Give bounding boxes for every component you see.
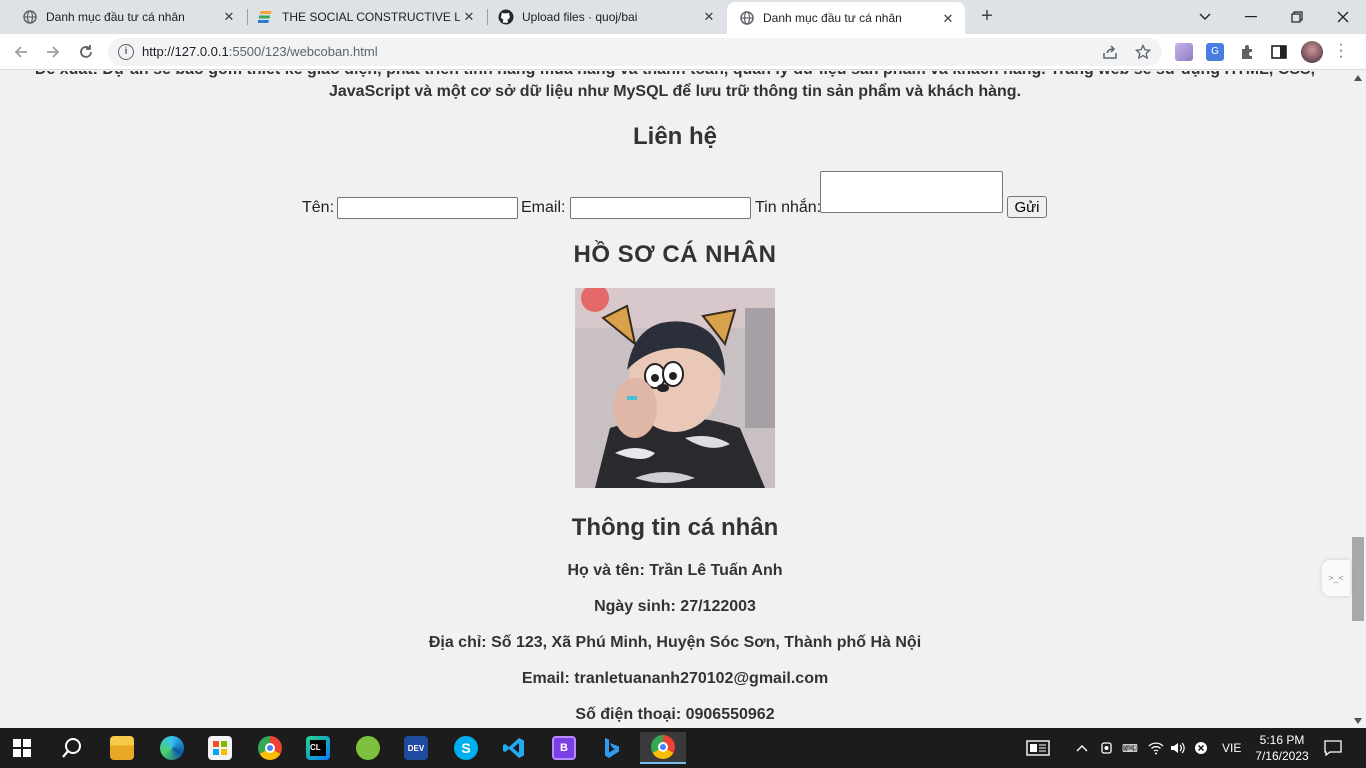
tab-title: Danh mục đầu tư cá nhân (46, 10, 185, 24)
message-textarea[interactable] (820, 171, 1003, 213)
input-method-icon[interactable]: ⌨ (1122, 728, 1138, 768)
share-icon[interactable] (1102, 44, 1118, 60)
message-label: Tin nhắn: (755, 199, 822, 216)
restore-button[interactable] (1274, 0, 1320, 34)
restore-icon (1291, 11, 1303, 23)
bootstrap-studio-icon[interactable]: B (544, 732, 584, 764)
chevron-down-icon (1199, 13, 1211, 20)
close-icon (1337, 11, 1349, 23)
page-viewport: Đề xuất: Dự án sẽ bao gồm thiết kế giao … (0, 71, 1350, 728)
page-scrollbar[interactable] (1350, 71, 1366, 728)
info-email: Email: tranletuananh270102@gmail.com (521, 670, 829, 687)
proposal-line-1: Đề xuất: Dự án sẽ bao gồm thiết kế giao … (20, 71, 1330, 81)
new-tab-button[interactable]: + (976, 6, 998, 28)
profile-avatar[interactable] (1301, 41, 1323, 63)
meet-now-icon[interactable] (1100, 728, 1114, 768)
back-button[interactable] (9, 40, 33, 64)
minimize-button[interactable] (1228, 0, 1274, 34)
reload-icon (80, 45, 92, 58)
bing-icon[interactable] (592, 732, 632, 764)
clock-date: 7/16/2023 (1255, 749, 1309, 763)
stack-logo-icon (258, 9, 274, 25)
profile-heading: HỒ SƠ CÁ NHÂN (573, 241, 777, 268)
info-birthdate: Ngày sinh: 27/122003 (594, 598, 756, 615)
tab-3[interactable]: Upload files · quoj/bai ✕ (488, 0, 726, 34)
tab-strip: Danh mục đầu tư cá nhân ✕ THE SOCIAL CON… (0, 0, 1366, 34)
tab-search-button[interactable] (1182, 0, 1228, 34)
windows-taskbar: CL DEV S B ⌨ VIE 5:16 PM 7/16/2023 (0, 728, 1366, 768)
battery-warning-icon[interactable] (1194, 728, 1208, 768)
close-icon[interactable]: ✕ (702, 10, 716, 24)
forward-arrow-icon (47, 46, 60, 58)
profile-photo-image (575, 288, 775, 488)
edge-icon[interactable] (152, 732, 192, 764)
browser-toolbar: i http://127.0.0.1:5500/123/webcoban.htm… (0, 34, 1366, 70)
proposal-line-2: JavaScript và một cơ sở dữ liệu như MySQ… (328, 83, 1022, 100)
url-host: http://127.0.0.1 (142, 44, 229, 59)
info-address: Địa chỉ: Số 123, Xã Phú Minh, Huyện Sóc … (428, 634, 922, 651)
scroll-thumb[interactable] (1352, 537, 1364, 621)
email-input[interactable] (570, 197, 751, 219)
kebab-menu-icon[interactable]: · · · (1336, 37, 1346, 65)
volume-icon[interactable] (1170, 728, 1186, 768)
address-bar[interactable]: i http://127.0.0.1:5500/123/webcoban.htm… (108, 38, 1162, 66)
chevron-up-icon[interactable] (1076, 728, 1088, 768)
clion-icon[interactable]: CL (298, 732, 338, 764)
translate-icon[interactable]: G (1206, 43, 1224, 61)
skype-icon[interactable]: S (446, 732, 486, 764)
devcpp-icon[interactable]: DEV (396, 732, 436, 764)
profile-photo (575, 288, 775, 488)
name-input[interactable] (337, 197, 518, 219)
tab-title: Danh mục đầu tư cá nhân (763, 11, 902, 25)
tab-4-active[interactable]: Danh mục đầu tư cá nhân ✕ (727, 2, 965, 34)
site-info-icon[interactable]: i (118, 44, 134, 60)
project-proposal-text: Đề xuất: Dự án sẽ bao gồm thiết kế giao … (20, 71, 1330, 103)
close-window-button[interactable] (1320, 0, 1366, 34)
tab-2[interactable]: THE SOCIAL CONSTRUCTIVE LEA ✕ (248, 0, 486, 34)
tab-title: THE SOCIAL CONSTRUCTIVE LEA (282, 10, 460, 24)
personal-info-heading: Thông tin cá nhân (571, 514, 779, 541)
search-icon[interactable] (52, 732, 92, 764)
file-explorer-icon[interactable] (102, 732, 142, 764)
side-panel-icon[interactable] (1270, 43, 1288, 61)
send-button[interactable]: Gửi (1007, 196, 1047, 218)
news-widget-icon[interactable] (1026, 728, 1050, 768)
reload-button[interactable] (74, 40, 98, 64)
globe-icon (739, 10, 755, 26)
url-text: http://127.0.0.1:5500/123/webcoban.html (142, 44, 378, 59)
vscode-icon[interactable] (494, 732, 534, 764)
extension-icon[interactable] (1175, 43, 1193, 61)
url-path: :5500/123/webcoban.html (228, 44, 378, 59)
globe-icon (22, 9, 38, 25)
language-indicator[interactable]: VIE (1222, 728, 1241, 768)
scroll-up-arrow-icon[interactable] (1354, 75, 1362, 81)
notification-icon[interactable] (1324, 728, 1342, 768)
chrome-active-icon[interactable] (640, 732, 686, 764)
back-arrow-icon (14, 46, 27, 58)
close-icon[interactable]: ✕ (222, 10, 236, 24)
close-icon[interactable]: ✕ (941, 12, 955, 26)
puzzle-extensions-icon[interactable] (1239, 43, 1257, 61)
bookmark-star-icon[interactable] (1134, 43, 1152, 60)
close-icon[interactable]: ✕ (462, 10, 476, 24)
scroll-down-arrow-icon[interactable] (1354, 718, 1362, 724)
contact-heading: Liên hệ (632, 123, 717, 150)
minimize-icon (1245, 16, 1257, 18)
side-floating-widget[interactable]: >_< (1322, 560, 1350, 596)
name-label: Tên: (302, 199, 335, 216)
start-icon[interactable] (2, 732, 42, 764)
store-icon[interactable] (200, 732, 240, 764)
email-label: Email: (521, 199, 566, 216)
system-clock[interactable]: 5:16 PM 7/16/2023 (1252, 732, 1312, 764)
tab-title: Upload files · quoj/bai (522, 10, 638, 24)
tab-1[interactable]: Danh mục đầu tư cá nhân ✕ (10, 0, 246, 34)
wifi-icon[interactable] (1148, 728, 1164, 768)
forward-button[interactable] (41, 40, 65, 64)
coccoc-icon[interactable] (348, 732, 388, 764)
info-fullname: Họ và tên: Trần Lê Tuấn Anh (567, 562, 783, 579)
info-phone: Số điện thoại: 0906550962 (575, 706, 775, 723)
chrome-icon[interactable] (250, 732, 290, 764)
clock-time: 5:16 PM (1259, 733, 1305, 747)
github-icon (498, 9, 514, 25)
